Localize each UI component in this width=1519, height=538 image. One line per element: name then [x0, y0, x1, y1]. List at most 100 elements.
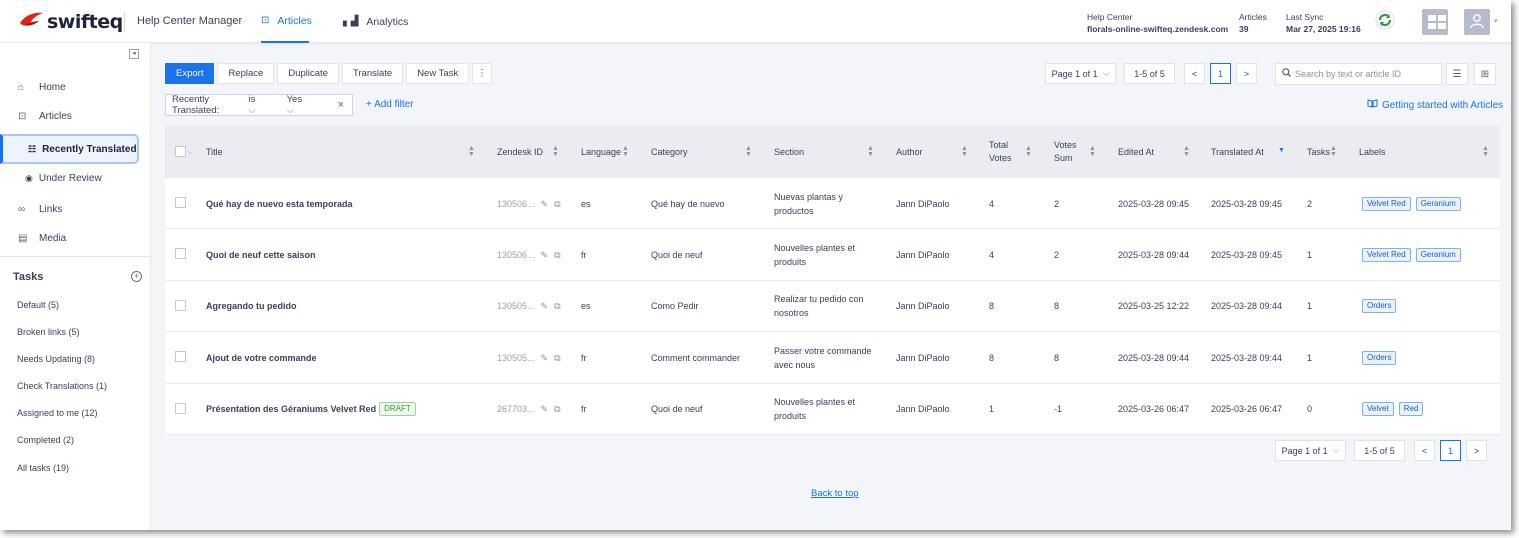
row-checkbox[interactable]	[175, 299, 186, 311]
grid-view-button[interactable]: ⊞	[1474, 63, 1496, 85]
next-page-button[interactable]: >	[1236, 63, 1257, 84]
duplicate-button[interactable]: Duplicate	[277, 63, 339, 84]
prev-page-button[interactable]: <	[1414, 440, 1435, 461]
column-section[interactable]: Section	[774, 126, 804, 178]
external-link-icon[interactable]: ⧉	[554, 402, 560, 416]
task-needs-updating[interactable]: Needs Updating (8)	[17, 354, 95, 364]
sidebar-item-home[interactable]: ⌂ Home	[18, 82, 66, 93]
page-select[interactable]: Page 1 of 1 ⌵	[1045, 63, 1116, 84]
select-menu-chevron-icon[interactable]: ⌵	[188, 126, 193, 178]
sidebar-item-recently-translated[interactable]: ☷ Recently Translated	[0, 134, 139, 164]
article-title[interactable]: Agregando tu pedido	[206, 281, 297, 332]
prev-page-button[interactable]: <	[1184, 63, 1205, 84]
article-title[interactable]: Qué hay de nuevo esta temporada	[206, 178, 353, 229]
avatar[interactable]	[1464, 9, 1490, 35]
label-badge[interactable]: Geranium	[1415, 196, 1461, 211]
add-filter-button[interactable]: + Add filter	[366, 99, 414, 110]
column-tasks[interactable]: Tasks	[1307, 126, 1330, 178]
search-box[interactable]	[1275, 63, 1442, 85]
column-edited-at[interactable]: Edited At	[1118, 126, 1154, 178]
page-select[interactable]: Page 1 of 1 ⌵	[1275, 440, 1346, 461]
column-category[interactable]: Category	[651, 126, 688, 178]
sort-icon[interactable]: ▲ ▼	[1025, 145, 1032, 158]
table-row[interactable]: Quoi de neuf cette saison 130506... ✎ ⧉ fr Qu…	[165, 229, 1500, 281]
column-author[interactable]: Author	[896, 126, 923, 178]
getting-started-link[interactable]: Getting started with Articles	[1367, 99, 1503, 111]
apps-grid-button[interactable]	[1422, 9, 1448, 35]
row-checkbox[interactable]	[175, 197, 186, 208]
tab-articles[interactable]: ⊡ Articles	[261, 0, 312, 43]
sort-desc-icon[interactable]: ▼	[1278, 147, 1285, 154]
sort-icon[interactable]: ▲ ▼	[552, 145, 559, 158]
row-checkbox[interactable]	[175, 248, 186, 260]
sort-icon[interactable]: ▲ ▼	[1482, 145, 1489, 158]
list-view-button[interactable]: ☰	[1446, 63, 1468, 85]
back-to-top-link[interactable]: Back to top	[811, 488, 859, 499]
sort-icon[interactable]: ▲ ▼	[745, 145, 752, 158]
tab-analytics[interactable]: ▖▟ Analytics	[343, 0, 408, 43]
sort-icon[interactable]: ▲ ▼	[1330, 145, 1337, 158]
more-actions-button[interactable]: ⋮	[472, 63, 492, 84]
label-badge[interactable]: Red	[1398, 402, 1424, 417]
row-checkbox[interactable]	[175, 402, 186, 414]
edit-icon[interactable]: ✎	[541, 248, 549, 262]
sidebar-item-media[interactable]: ▤ Media	[18, 233, 66, 244]
label-badge[interactable]: Geranium	[1415, 247, 1461, 262]
column-total-votes[interactable]: Total Votes	[989, 126, 1012, 178]
label-badge[interactable]: Orders	[1362, 299, 1397, 314]
column-zendesk-id[interactable]: Zendesk ID	[497, 126, 543, 178]
article-title[interactable]: Quoi de neuf cette saison	[206, 229, 316, 280]
translate-button[interactable]: Translate	[341, 63, 404, 84]
sidebar-item-links[interactable]: ∞ Links	[18, 204, 62, 215]
table-row[interactable]: Qué hay de nuevo esta temporada 130506...…	[165, 178, 1500, 230]
article-title[interactable]: Ajout de votre commande	[206, 332, 317, 383]
help-center-value[interactable]: florals-online-swifteq.zendesk.com	[1087, 23, 1228, 35]
search-input[interactable]	[1295, 69, 1435, 79]
article-title-text[interactable]: Présentation des Géraniums Velvet Red	[206, 402, 376, 416]
label-badge[interactable]: Velvet	[1362, 402, 1394, 417]
export-button[interactable]: Export	[165, 63, 215, 84]
article-title-text[interactable]: Qué hay de nuevo esta temporada	[206, 197, 353, 211]
filter-value-select[interactable]: Yes ⌵	[287, 94, 324, 116]
edit-icon[interactable]: ✎	[541, 299, 549, 313]
add-task-button[interactable]: +	[131, 271, 142, 282]
sort-icon[interactable]: ▲ ▼	[1183, 145, 1190, 158]
article-title-text[interactable]: Quoi de neuf cette saison	[206, 248, 316, 262]
sidebar-item-under-review[interactable]: ◉ Under Review	[0, 163, 139, 193]
page-1-button[interactable]: 1	[1440, 440, 1461, 461]
task-broken-links[interactable]: Broken links (5)	[17, 327, 80, 337]
sidebar-item-articles[interactable]: ⊡ Articles	[18, 111, 72, 122]
external-link-icon[interactable]: ⧉	[554, 299, 560, 313]
task-check-translations[interactable]: Check Translations (1)	[17, 381, 107, 391]
collapse-sidebar-button[interactable]: ◂	[129, 49, 139, 59]
task-assigned-to-me[interactable]: Assigned to me (12)	[17, 408, 98, 418]
table-row[interactable]: Agregando tu pedido 130505... ✎ ⧉ es Como Ped…	[165, 280, 1500, 333]
article-title-text[interactable]: Agregando tu pedido	[206, 299, 297, 313]
task-completed[interactable]: Completed (2)	[17, 435, 74, 445]
sort-icon[interactable]: ▲ ▼	[1089, 145, 1096, 158]
table-row[interactable]: Présentation des Géraniums Velvet Red DRA…	[165, 383, 1500, 435]
new-task-button[interactable]: New Task	[406, 63, 470, 84]
sort-icon[interactable]: ▲ ▼	[622, 145, 629, 158]
edit-icon[interactable]: ✎	[541, 351, 549, 365]
edit-icon[interactable]: ✎	[541, 197, 549, 211]
label-badge[interactable]: Orders	[1362, 350, 1397, 365]
chevron-down-icon[interactable]: ▾	[1494, 17, 1498, 25]
remove-filter-icon[interactable]: ×	[338, 99, 344, 111]
edit-icon[interactable]: ✎	[541, 402, 549, 416]
column-votes-sum[interactable]: Votes Sum	[1054, 126, 1077, 178]
select-all-checkbox[interactable]	[175, 146, 186, 157]
logo[interactable]: swifteq	[18, 10, 123, 33]
article-title-text[interactable]: Ajout de votre commande	[206, 351, 317, 365]
label-badge[interactable]: Velvet Red	[1362, 196, 1411, 211]
filter-operator-select[interactable]: is ⌵	[249, 94, 275, 116]
sort-icon[interactable]: ▲ ▼	[867, 145, 874, 158]
task-all-tasks[interactable]: All tasks (19)	[17, 463, 69, 473]
column-title[interactable]: Title	[206, 126, 223, 178]
sort-icon[interactable]: ▲ ▼	[961, 145, 968, 158]
page-1-button[interactable]: 1	[1210, 63, 1231, 84]
filter-chip[interactable]: Recently Translated: is ⌵ Yes ⌵ ×	[165, 94, 353, 116]
article-title[interactable]: Présentation des Géraniums Velvet Red DRA…	[206, 384, 416, 435]
sort-icon[interactable]: ▲ ▼	[468, 145, 475, 158]
row-checkbox[interactable]	[175, 351, 186, 363]
